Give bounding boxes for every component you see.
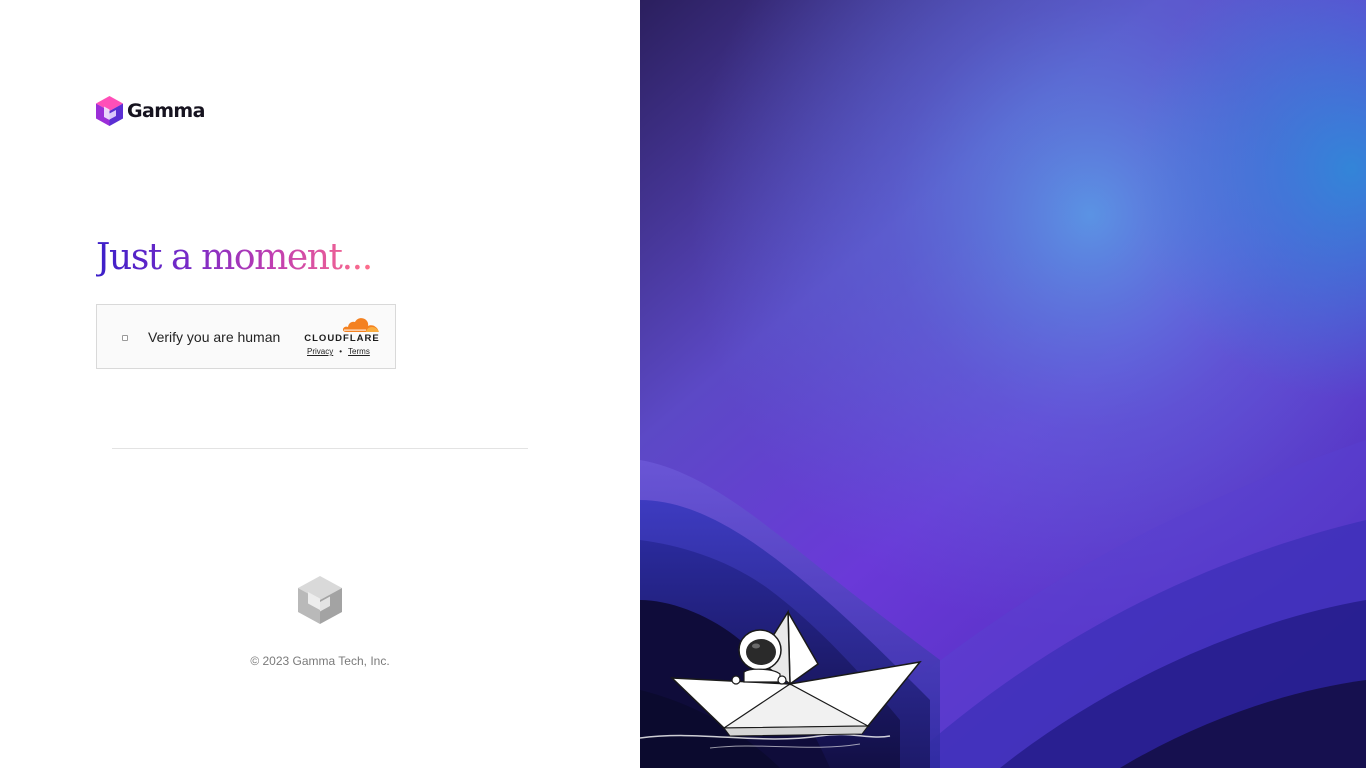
page-title: Just a moment...: [96, 232, 373, 284]
privacy-link[interactable]: Privacy: [307, 347, 333, 356]
hero-illustration: [640, 0, 1366, 768]
brand[interactable]: Gamma: [96, 96, 205, 126]
astronaut-paper-boat-illustration: [640, 0, 1366, 768]
verify-checkbox[interactable]: [122, 335, 128, 341]
cloudflare-logo: CLOUDFLARE: [302, 317, 382, 344]
verify-label[interactable]: Verify you are human: [148, 327, 280, 347]
brand-name: Gamma: [127, 100, 205, 122]
cloudflare-cloud-icon: [342, 318, 379, 332]
copyright: © 2023 Gamma Tech, Inc.: [250, 654, 390, 668]
cloudflare-wordmark: CLOUDFLARE: [304, 333, 380, 344]
gamma-cube-icon: [96, 96, 123, 126]
terms-link[interactable]: Terms: [348, 347, 370, 356]
cloudflare-links: Privacy • Terms: [307, 347, 370, 356]
auth-panel: Gamma Just a moment... Verify you are hu…: [0, 0, 640, 768]
link-separator: •: [339, 347, 343, 356]
gamma-cube-gray-icon: [298, 576, 342, 624]
divider: [112, 448, 528, 449]
human-verification-widget: Verify you are human CLOUDFLARE Privacy •…: [96, 304, 396, 369]
